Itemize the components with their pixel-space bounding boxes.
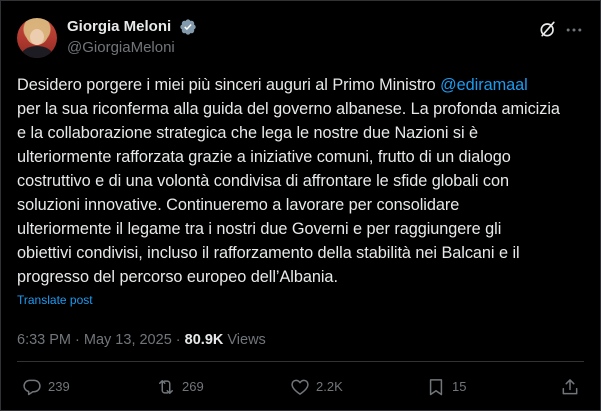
meta-separator-2: · xyxy=(171,332,185,348)
tweet-text-part-1: Desidero porgere i miei più sinceri augu… xyxy=(17,76,441,94)
avatar-body xyxy=(21,46,53,58)
post-time[interactable]: 6:33 PM xyxy=(17,332,71,348)
tweet-meta: 6:33 PM · May 13, 2025 · 80.9K Views xyxy=(17,331,266,349)
views-count: 80.9K xyxy=(184,332,224,348)
avatar-face xyxy=(30,29,44,45)
views-label: Views xyxy=(223,332,266,348)
share-icon xyxy=(562,379,578,395)
reply-count: 239 xyxy=(48,379,70,394)
like-button[interactable]: 2.2K xyxy=(290,377,343,397)
divider xyxy=(17,361,584,362)
tweet-text-part-2: per la sua riconferma alla guida del gov… xyxy=(17,100,560,286)
reply-button[interactable]: 239 xyxy=(22,377,70,397)
bookmark-count: 15 xyxy=(452,379,467,394)
repost-count: 269 xyxy=(182,379,204,394)
bookmark-icon xyxy=(429,379,443,396)
heart-icon xyxy=(291,379,309,395)
grok-slash-circle-icon[interactable] xyxy=(538,19,558,39)
more-options-icon[interactable] xyxy=(564,20,584,40)
like-count: 2.2K xyxy=(316,379,343,394)
share-button[interactable] xyxy=(560,377,580,397)
tweet-text: Desidero porgere i miei più sinceri augu… xyxy=(17,73,583,289)
tweet-card: Giorgia Meloni @GiorgiaMeloni Desidero p… xyxy=(0,0,601,411)
reply-icon xyxy=(23,379,41,396)
repost-icon xyxy=(159,380,173,394)
bookmark-button[interactable]: 15 xyxy=(426,377,466,397)
meta-separator: · xyxy=(71,332,84,348)
repost-button[interactable]: 269 xyxy=(156,377,204,397)
verified-badge-icon xyxy=(180,19,196,35)
post-date[interactable]: May 13, 2025 xyxy=(84,332,172,348)
author-display-name[interactable]: Giorgia Meloni xyxy=(67,18,171,36)
mention-link[interactable]: @ediramaal xyxy=(440,76,528,94)
avatar[interactable] xyxy=(17,18,57,58)
translate-post-link[interactable]: Translate post xyxy=(17,293,93,307)
author-handle[interactable]: @GiorgiaMeloni xyxy=(67,39,175,57)
